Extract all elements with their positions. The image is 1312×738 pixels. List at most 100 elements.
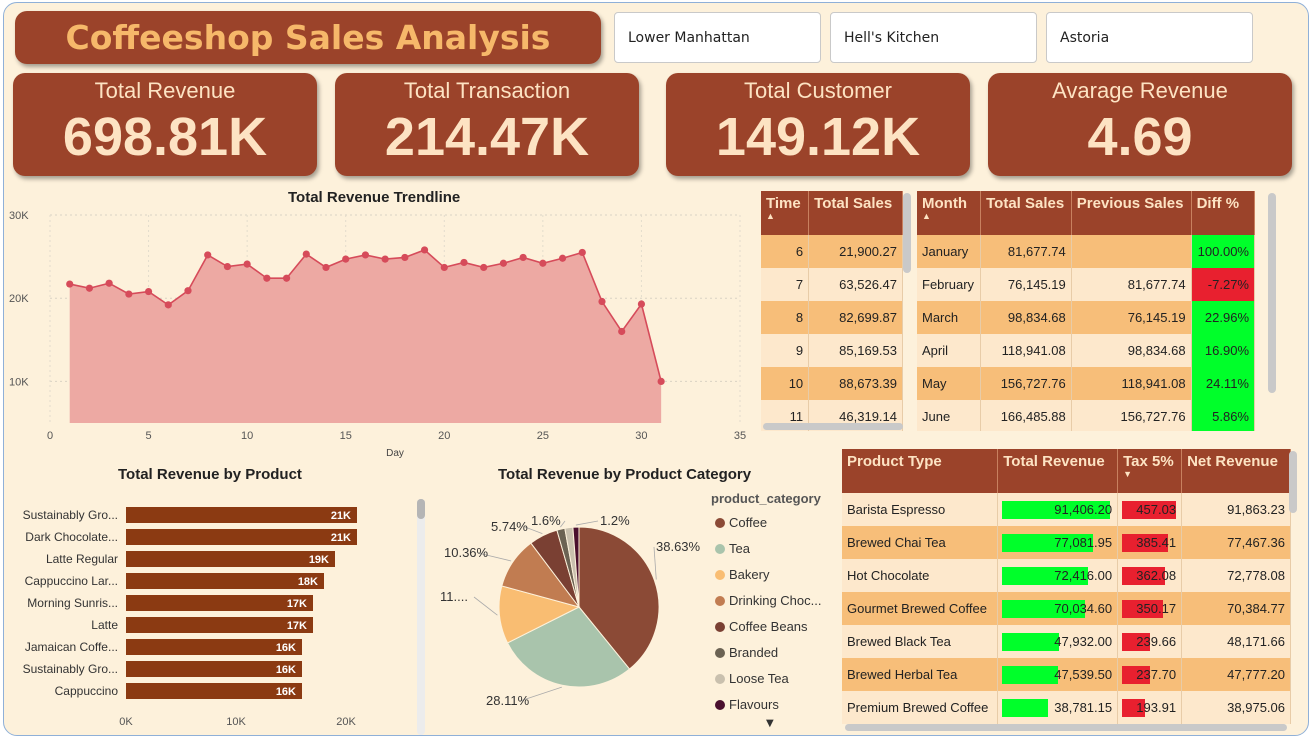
table-row[interactable]: Brewed Black Tea 47,932.00 239.66 48,171.66: [842, 625, 1291, 658]
x-tick-label: 0: [47, 430, 53, 442]
net-revenue-cell: 38,975.06: [1181, 691, 1291, 724]
month-cell: May: [917, 367, 982, 400]
tax-col-header[interactable]: Tax 5% ▼: [1117, 449, 1183, 493]
net-revenue-col-header[interactable]: Net Revenue: [1181, 449, 1291, 493]
total-sales-col-header[interactable]: Total Sales: [980, 191, 1072, 235]
category-pie-chart[interactable]: 38.63% 28.11% 11.... 10.36%5.74% 1.6% 1.2%: [424, 493, 714, 733]
revenue-data-bar: [1002, 633, 1059, 651]
slicer-astoria[interactable]: Astoria: [1046, 12, 1253, 63]
tax-cell: 362.08: [1117, 559, 1183, 592]
table-row[interactable]: Gourmet Brewed Coffee 70,034.60 350.17 70,3…: [842, 592, 1291, 625]
time-table: Time ▲ Total Sales 6 21,900.27 7 63,526.47 8 8…: [761, 191, 911, 431]
x-tick-label: 35: [734, 430, 746, 442]
product-type-cell: Premium Brewed Coffee: [842, 691, 999, 724]
slicer-hells-kitchen[interactable]: Hell's Kitchen: [830, 12, 1037, 63]
slicer-lower-manhattan[interactable]: Lower Manhattan: [614, 12, 821, 63]
revenue-point: [223, 262, 232, 271]
product-table-scrollbar[interactable]: [1289, 451, 1297, 513]
diff-col-header[interactable]: Diff %: [1191, 191, 1256, 235]
table-row[interactable]: 7 63,526.47: [761, 268, 903, 301]
time-table-hscrollbar[interactable]: [763, 423, 903, 430]
net-revenue-cell: 91,863.23: [1181, 493, 1291, 526]
time-cell: 10: [761, 367, 810, 400]
sales-cell: 21,900.27: [808, 235, 903, 268]
bar-category-label: Cappuccino: [55, 684, 119, 698]
kpi-value: 4.69: [1087, 107, 1193, 167]
revenue-point: [460, 258, 468, 267]
table-row[interactable]: Brewed Chai Tea 77,081.95 385.41 77,467.36: [842, 526, 1291, 559]
table-row[interactable]: February 76,145.19 81,677.74 -7.27%: [917, 268, 1256, 301]
revenue-point: [184, 287, 192, 295]
revenue-point: [420, 246, 429, 254]
trend-chart[interactable]: 10K 20K 30K 0 5 10 15 20 25 30 35 Day: [4, 203, 764, 463]
product-bar-chart[interactable]: Sustainably Gro... 21K Dark Chocolate... 21…: [4, 493, 414, 733]
revenue-data-bar: [1002, 666, 1059, 684]
table-row[interactable]: January 81,677.74 100.00%: [917, 235, 1256, 268]
pie-legend-title: product_category: [711, 491, 821, 506]
product-table-hscrollbar[interactable]: [845, 724, 1287, 731]
y-tick-label: 10K: [9, 376, 29, 388]
sales-col-header[interactable]: Total Sales: [808, 191, 903, 235]
table-row[interactable]: April 118,941.08 98,834.68 16.90%: [917, 334, 1256, 367]
sort-asc-icon: ▲: [922, 211, 931, 221]
legend-dot-icon: [715, 621, 725, 632]
time-cell: 7: [761, 268, 810, 301]
bar-value-label: 21K: [331, 510, 351, 522]
legend-item[interactable]: Coffee: [715, 515, 767, 530]
legend-item[interactable]: Drinking Choc...: [715, 593, 821, 608]
legend-item[interactable]: Loose Tea: [715, 671, 789, 686]
legend-item[interactable]: Flavours: [715, 697, 779, 712]
y-tick-label: 20K: [9, 293, 29, 305]
legend-item[interactable]: Branded: [715, 645, 778, 660]
time-cell: 9: [761, 334, 810, 367]
total-revenue-col-header[interactable]: Total Revenue: [997, 449, 1119, 493]
x-tick-label: 5: [146, 430, 152, 442]
bar-category-label: Jamaican Coffe...: [25, 640, 118, 654]
kpi-label: Avarage Revenue: [1052, 78, 1228, 103]
previous-sales-cell: [1071, 235, 1192, 268]
table-row[interactable]: 8 82,699.87: [761, 301, 903, 334]
table-row[interactable]: May 156,727.76 118,941.08 24.11%: [917, 367, 1256, 400]
month-table-scrollbar[interactable]: [1268, 193, 1276, 393]
sales-cell: 85,169.53: [808, 334, 903, 367]
tax-cell: 239.66: [1117, 625, 1183, 658]
product-bar-title: Total Revenue by Product: [118, 466, 302, 483]
total-sales-cell: 166,485.88: [980, 400, 1072, 431]
legend-item[interactable]: Coffee Beans: [715, 619, 808, 634]
bar-value-label: 19K: [309, 554, 329, 566]
table-row[interactable]: Barista Espresso 91,406.20 457.03 91,863.23: [842, 493, 1291, 526]
diff-cell: -7.27%: [1191, 268, 1256, 301]
kpi-total-transaction: Total Transaction 214.47K: [335, 73, 639, 176]
table-row[interactable]: Hot Chocolate 72,416.00 362.08 72,778.08: [842, 559, 1291, 592]
table-row[interactable]: Brewed Herbal Tea 47,539.50 237.70 47,777.2…: [842, 658, 1291, 691]
previous-sales-cell: 76,145.19: [1071, 301, 1192, 334]
bar-category-label: Dark Chocolate...: [25, 530, 118, 544]
table-row[interactable]: March 98,834.68 76,145.19 22.96%: [917, 301, 1256, 334]
legend-scroll-down-icon[interactable]: ▼: [766, 718, 774, 729]
previous-sales-cell: 118,941.08: [1071, 367, 1192, 400]
table-row[interactable]: 10 88,673.39: [761, 367, 903, 400]
legend-item[interactable]: Tea: [715, 541, 750, 556]
time-table-scrollbar[interactable]: [903, 193, 911, 273]
x-tick-label: 10: [241, 430, 253, 442]
total-sales-cell: 98,834.68: [980, 301, 1072, 334]
month-table: Month ▲ Total Sales Previous Sales Diff %…: [917, 191, 1257, 431]
month-col-header[interactable]: Month ▲: [917, 191, 982, 235]
legend-item[interactable]: Bakery: [715, 567, 769, 582]
legend-label: Loose Tea: [729, 671, 789, 686]
product-type-col-header[interactable]: Product Type: [842, 449, 999, 493]
time-col-header[interactable]: Time ▲: [761, 191, 810, 235]
table-row[interactable]: 9 85,169.53: [761, 334, 903, 367]
table-row[interactable]: Premium Brewed Coffee 38,781.15 193.91 38,9…: [842, 691, 1291, 724]
revenue-point: [637, 300, 646, 308]
kpi-label: Total Transaction: [403, 78, 571, 103]
total-sales-cell: 156,727.76: [980, 367, 1072, 400]
previous-sales-col-header[interactable]: Previous Sales: [1071, 191, 1192, 235]
revenue-point: [85, 284, 94, 292]
table-row[interactable]: 6 21,900.27: [761, 235, 903, 268]
previous-sales-cell: 98,834.68: [1071, 334, 1192, 367]
product-type-cell: Hot Chocolate: [842, 559, 999, 592]
total-revenue-cell: 72,416.00: [997, 559, 1119, 592]
table-row[interactable]: June 166,485.88 156,727.76 5.86%: [917, 400, 1256, 431]
product-bar: [126, 551, 335, 567]
